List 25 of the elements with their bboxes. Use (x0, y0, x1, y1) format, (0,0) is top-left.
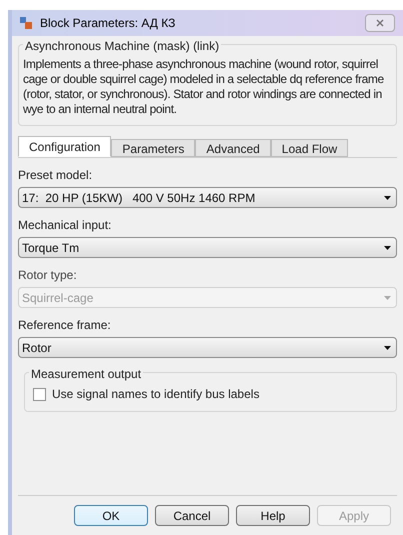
close-icon (376, 19, 384, 27)
tab[interactable]: Advanced (195, 139, 271, 157)
dropdown[interactable]: Rotor (18, 337, 397, 358)
caret-icon (384, 346, 391, 350)
checkbox[interactable] (33, 388, 46, 400)
description-text: Implements a three-phase asynchronous machine (wound rotor, squirrel cage or double squirrel cage) modeled in a selectable dq reference frame (rotor, stator, or synchronous). Stator and rotor windings are connected in wye to an internal neutral point. (23, 57, 385, 117)
block-icon (20, 17, 32, 29)
tab[interactable]: Load Flow (270, 139, 348, 157)
dropdown[interactable]: 17: 20 HP (15KW) 400 V 50Hz 1460 RPM (18, 187, 397, 208)
window-title: Block Parameters: АД КЗ (40, 15, 176, 32)
tab[interactable]: Configuration (18, 136, 112, 157)
field-label: Reference frame: (18, 317, 112, 334)
dropdown[interactable]: Torque Tm (18, 237, 397, 258)
dialog-button[interactable]: Help (236, 505, 310, 526)
caret-icon (384, 296, 391, 300)
tab[interactable]: Parameters (111, 139, 196, 157)
caret-icon (384, 246, 391, 250)
dialog-button[interactable]: OK (74, 505, 148, 526)
field-label: Rotor type: (18, 267, 78, 284)
close-button[interactable] (365, 14, 395, 32)
field-label: Preset model: (18, 167, 94, 184)
checkbox-label: Use signal names to identify bus labels (52, 386, 260, 403)
dialog-button[interactable]: Cancel (155, 505, 229, 526)
field-label: Mechanical input: (18, 217, 112, 234)
caret-icon (384, 196, 391, 200)
